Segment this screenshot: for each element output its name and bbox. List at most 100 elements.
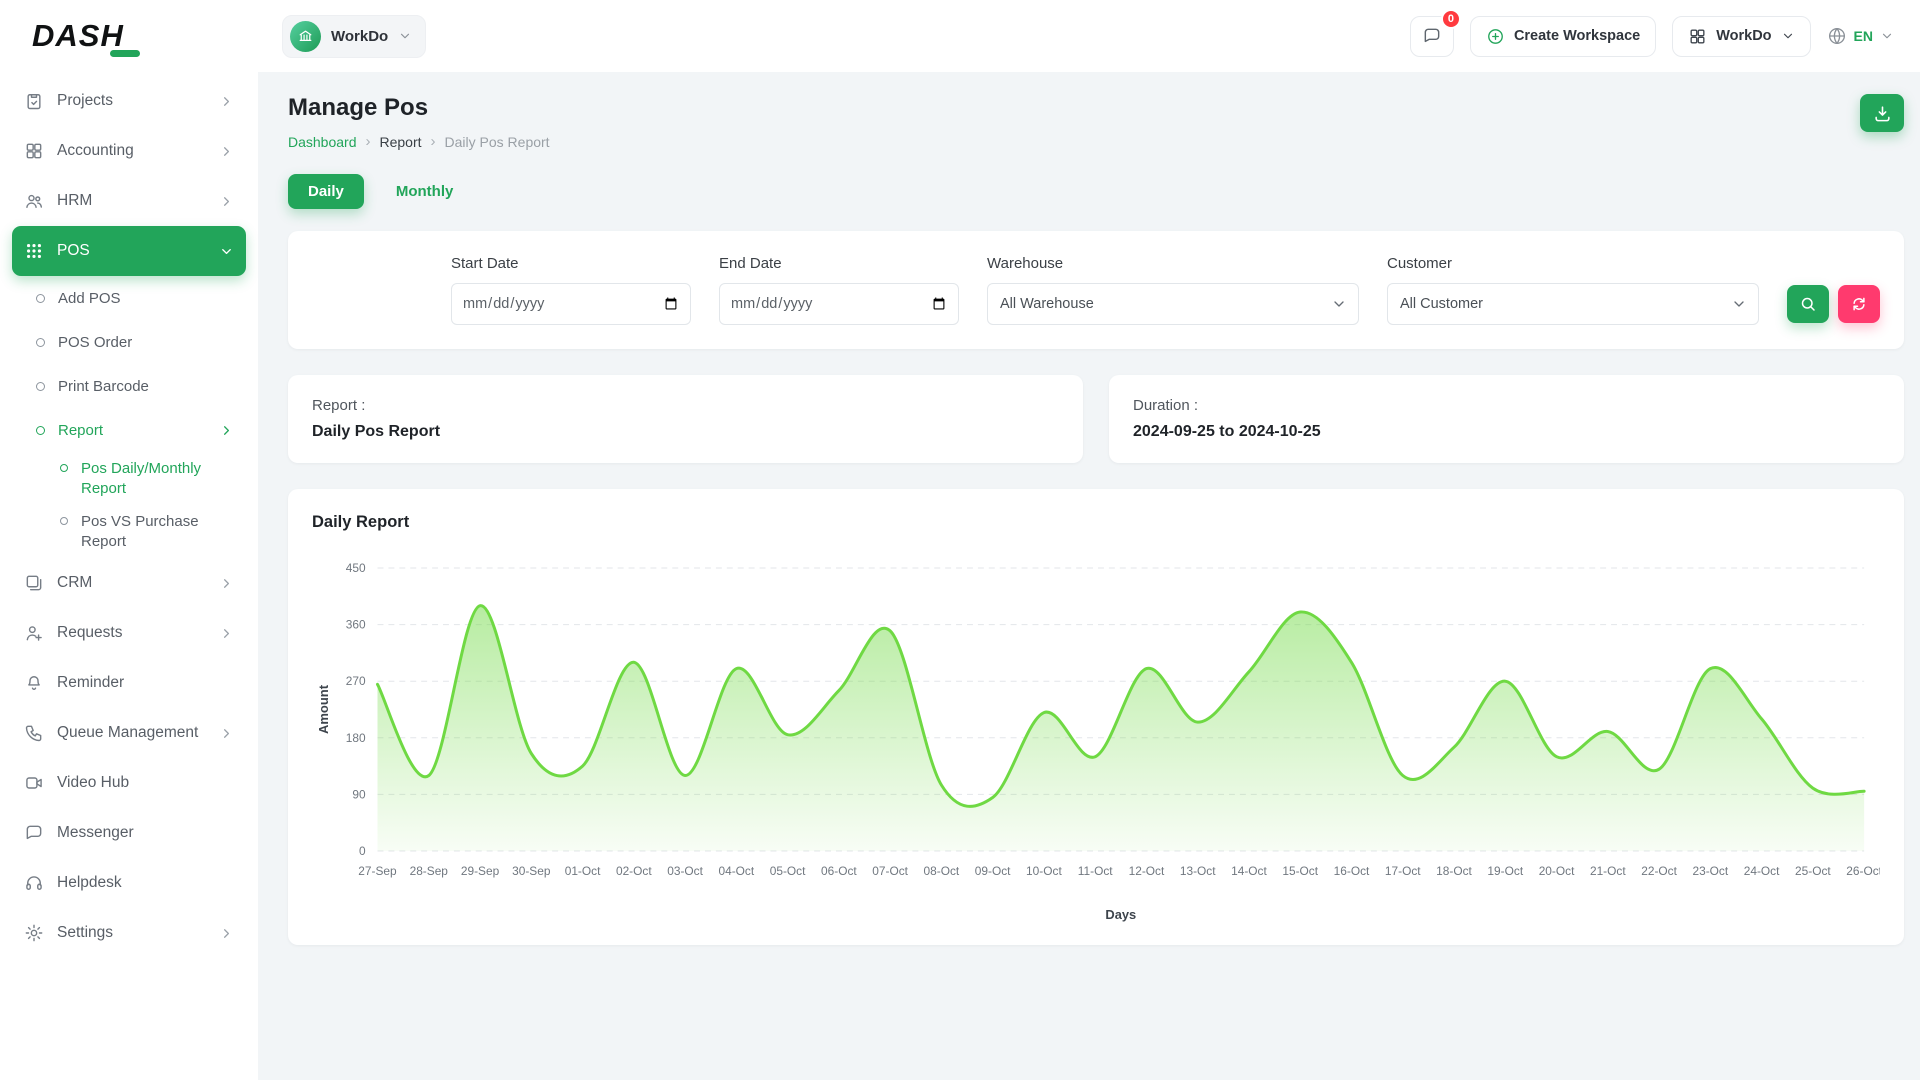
start-date-field: Start Date [451, 255, 691, 325]
sidebar-item-label: Reminder [57, 674, 124, 692]
warehouse-select[interactable]: All Warehouse [987, 283, 1359, 325]
svg-text:02-Oct: 02-Oct [616, 864, 652, 878]
bell-icon [24, 673, 44, 693]
svg-text:03-Oct: 03-Oct [667, 864, 703, 878]
svg-text:05-Oct: 05-Oct [770, 864, 806, 878]
apply-filter-button[interactable] [1787, 285, 1829, 323]
sidebar-item-reminder[interactable]: Reminder [12, 658, 246, 708]
end-date-field: End Date [719, 255, 959, 325]
report-summary-card: Report : Daily Pos Report [288, 375, 1083, 463]
create-workspace-button[interactable]: Create Workspace [1470, 16, 1656, 57]
svg-text:0: 0 [359, 844, 366, 858]
messages-button[interactable]: 0 [1410, 16, 1454, 57]
sidebar-subitem-label: Pos VS Purchase Report [81, 512, 231, 551]
svg-text:11-Oct: 11-Oct [1078, 864, 1113, 878]
workspace-menu-label: WorkDo [1716, 28, 1771, 44]
sidebar-subitem-label: Pos Daily/Monthly Report [81, 459, 231, 498]
sidebar-item-video-hub[interactable]: Video Hub [12, 758, 246, 808]
sidebar-item-pos[interactable]: POS [12, 226, 246, 276]
sidebar-item-queue-management[interactable]: Queue Management [12, 708, 246, 758]
start-date-input[interactable] [451, 283, 691, 325]
chat-bubble-icon [24, 823, 44, 843]
breadcrumb-report[interactable]: Report [380, 134, 422, 150]
end-date-input[interactable] [719, 283, 959, 325]
sidebar-item-messenger[interactable]: Messenger [12, 808, 246, 858]
sidebar-item-accounting[interactable]: Accounting [12, 126, 246, 176]
svg-text:19-Oct: 19-Oct [1487, 864, 1523, 878]
sidebar-item-label: Messenger [57, 824, 134, 842]
customer-select[interactable]: All Customer [1387, 283, 1759, 325]
breadcrumb: Dashboard › Report › Daily Pos Report [288, 133, 550, 150]
start-date-label: Start Date [451, 255, 691, 272]
sidebar-item-pos-daily-monthly-report[interactable]: Pos Daily/Monthly Report [12, 452, 246, 505]
chevron-down-icon [1880, 29, 1894, 43]
sidebar-subitem-label: Report [58, 422, 103, 439]
duration-summary-card: Duration : 2024-09-25 to 2024-10-25 [1109, 375, 1904, 463]
chevron-right-icon [219, 926, 234, 941]
workspace-switcher[interactable]: WorkDo [282, 15, 426, 58]
phone-icon [24, 723, 44, 743]
download-report-button[interactable] [1860, 94, 1904, 132]
svg-text:28-Sep: 28-Sep [410, 864, 449, 878]
brand-logo-text: DASH [32, 18, 124, 54]
chevron-right-icon [219, 626, 234, 641]
bullet-circle-icon [36, 294, 45, 303]
tab-daily[interactable]: Daily [288, 174, 364, 209]
breadcrumb-dashboard[interactable]: Dashboard [288, 134, 357, 150]
svg-text:29-Sep: 29-Sep [461, 864, 500, 878]
svg-text:25-Oct: 25-Oct [1795, 864, 1831, 878]
chevron-right-icon [219, 144, 234, 159]
download-icon [1873, 104, 1892, 123]
page-content: Manage Pos Dashboard › Report › Daily Po… [258, 72, 1920, 1080]
sidebar-item-pos-vs-purchase-report[interactable]: Pos VS Purchase Report [12, 505, 246, 558]
sidebar-item-helpdesk[interactable]: Helpdesk [12, 858, 246, 908]
chevron-right-icon [219, 194, 234, 209]
customer-field: Customer All Customer [1387, 255, 1759, 325]
filter-actions [1787, 285, 1880, 323]
sidebar-item-label: POS [57, 242, 90, 260]
language-selector[interactable]: EN [1827, 26, 1894, 46]
main-area: WorkDo 0 Create Workspace WorkDo EN [258, 0, 1920, 1080]
chat-bubble-icon [1422, 26, 1442, 46]
page-header: Manage Pos Dashboard › Report › Daily Po… [288, 94, 1904, 150]
sidebar-item-report[interactable]: Report [12, 408, 246, 452]
sidebar-item-pos-order[interactable]: POS Order [12, 320, 246, 364]
sidebar-item-hrm[interactable]: HRM [12, 176, 246, 226]
sidebar-item-requests[interactable]: Requests [12, 608, 246, 658]
globe-icon [1827, 26, 1847, 46]
plus-circle-icon [1486, 27, 1505, 46]
svg-text:15-Oct: 15-Oct [1282, 864, 1318, 878]
report-summary-label: Report : [312, 397, 1059, 414]
svg-text:18-Oct: 18-Oct [1436, 864, 1472, 878]
team-icon [24, 191, 44, 211]
sidebar-item-crm[interactable]: CRM [12, 558, 246, 608]
svg-text:01-Oct: 01-Oct [565, 864, 601, 878]
sidebar-item-label: Projects [57, 92, 113, 110]
tab-monthly[interactable]: Monthly [376, 174, 474, 209]
svg-text:90: 90 [352, 787, 366, 801]
sidebar-item-print-barcode[interactable]: Print Barcode [12, 364, 246, 408]
svg-text:Days: Days [1105, 907, 1136, 922]
sidebar-item-add-pos[interactable]: Add POS [12, 276, 246, 320]
chevron-right-icon: › [366, 133, 371, 150]
workspace-menu-button[interactable]: WorkDo [1672, 16, 1810, 57]
layers-icon [24, 573, 44, 593]
brand-logo[interactable]: DASH [0, 0, 258, 72]
sidebar-item-projects[interactable]: Projects [12, 76, 246, 126]
sidebar-item-settings[interactable]: Settings [12, 908, 246, 958]
svg-text:09-Oct: 09-Oct [975, 864, 1011, 878]
chart-title: Daily Report [312, 513, 1880, 532]
duration-summary-label: Duration : [1133, 397, 1880, 414]
bullet-circle-icon [60, 517, 68, 525]
svg-text:23-Oct: 23-Oct [1692, 864, 1728, 878]
workspace-name: WorkDo [331, 28, 388, 45]
reset-filter-button[interactable] [1838, 285, 1880, 323]
svg-text:26-Oct: 26-Oct [1846, 864, 1880, 878]
workspace-avatar [290, 21, 321, 52]
gear-icon [24, 923, 44, 943]
svg-text:20-Oct: 20-Oct [1539, 864, 1575, 878]
create-workspace-label: Create Workspace [1514, 28, 1640, 44]
app-root: DASH Projects Accounting HRM POS [0, 0, 1920, 1080]
svg-text:27-Sep: 27-Sep [358, 864, 397, 878]
summary-row: Report : Daily Pos Report Duration : 202… [288, 375, 1904, 463]
